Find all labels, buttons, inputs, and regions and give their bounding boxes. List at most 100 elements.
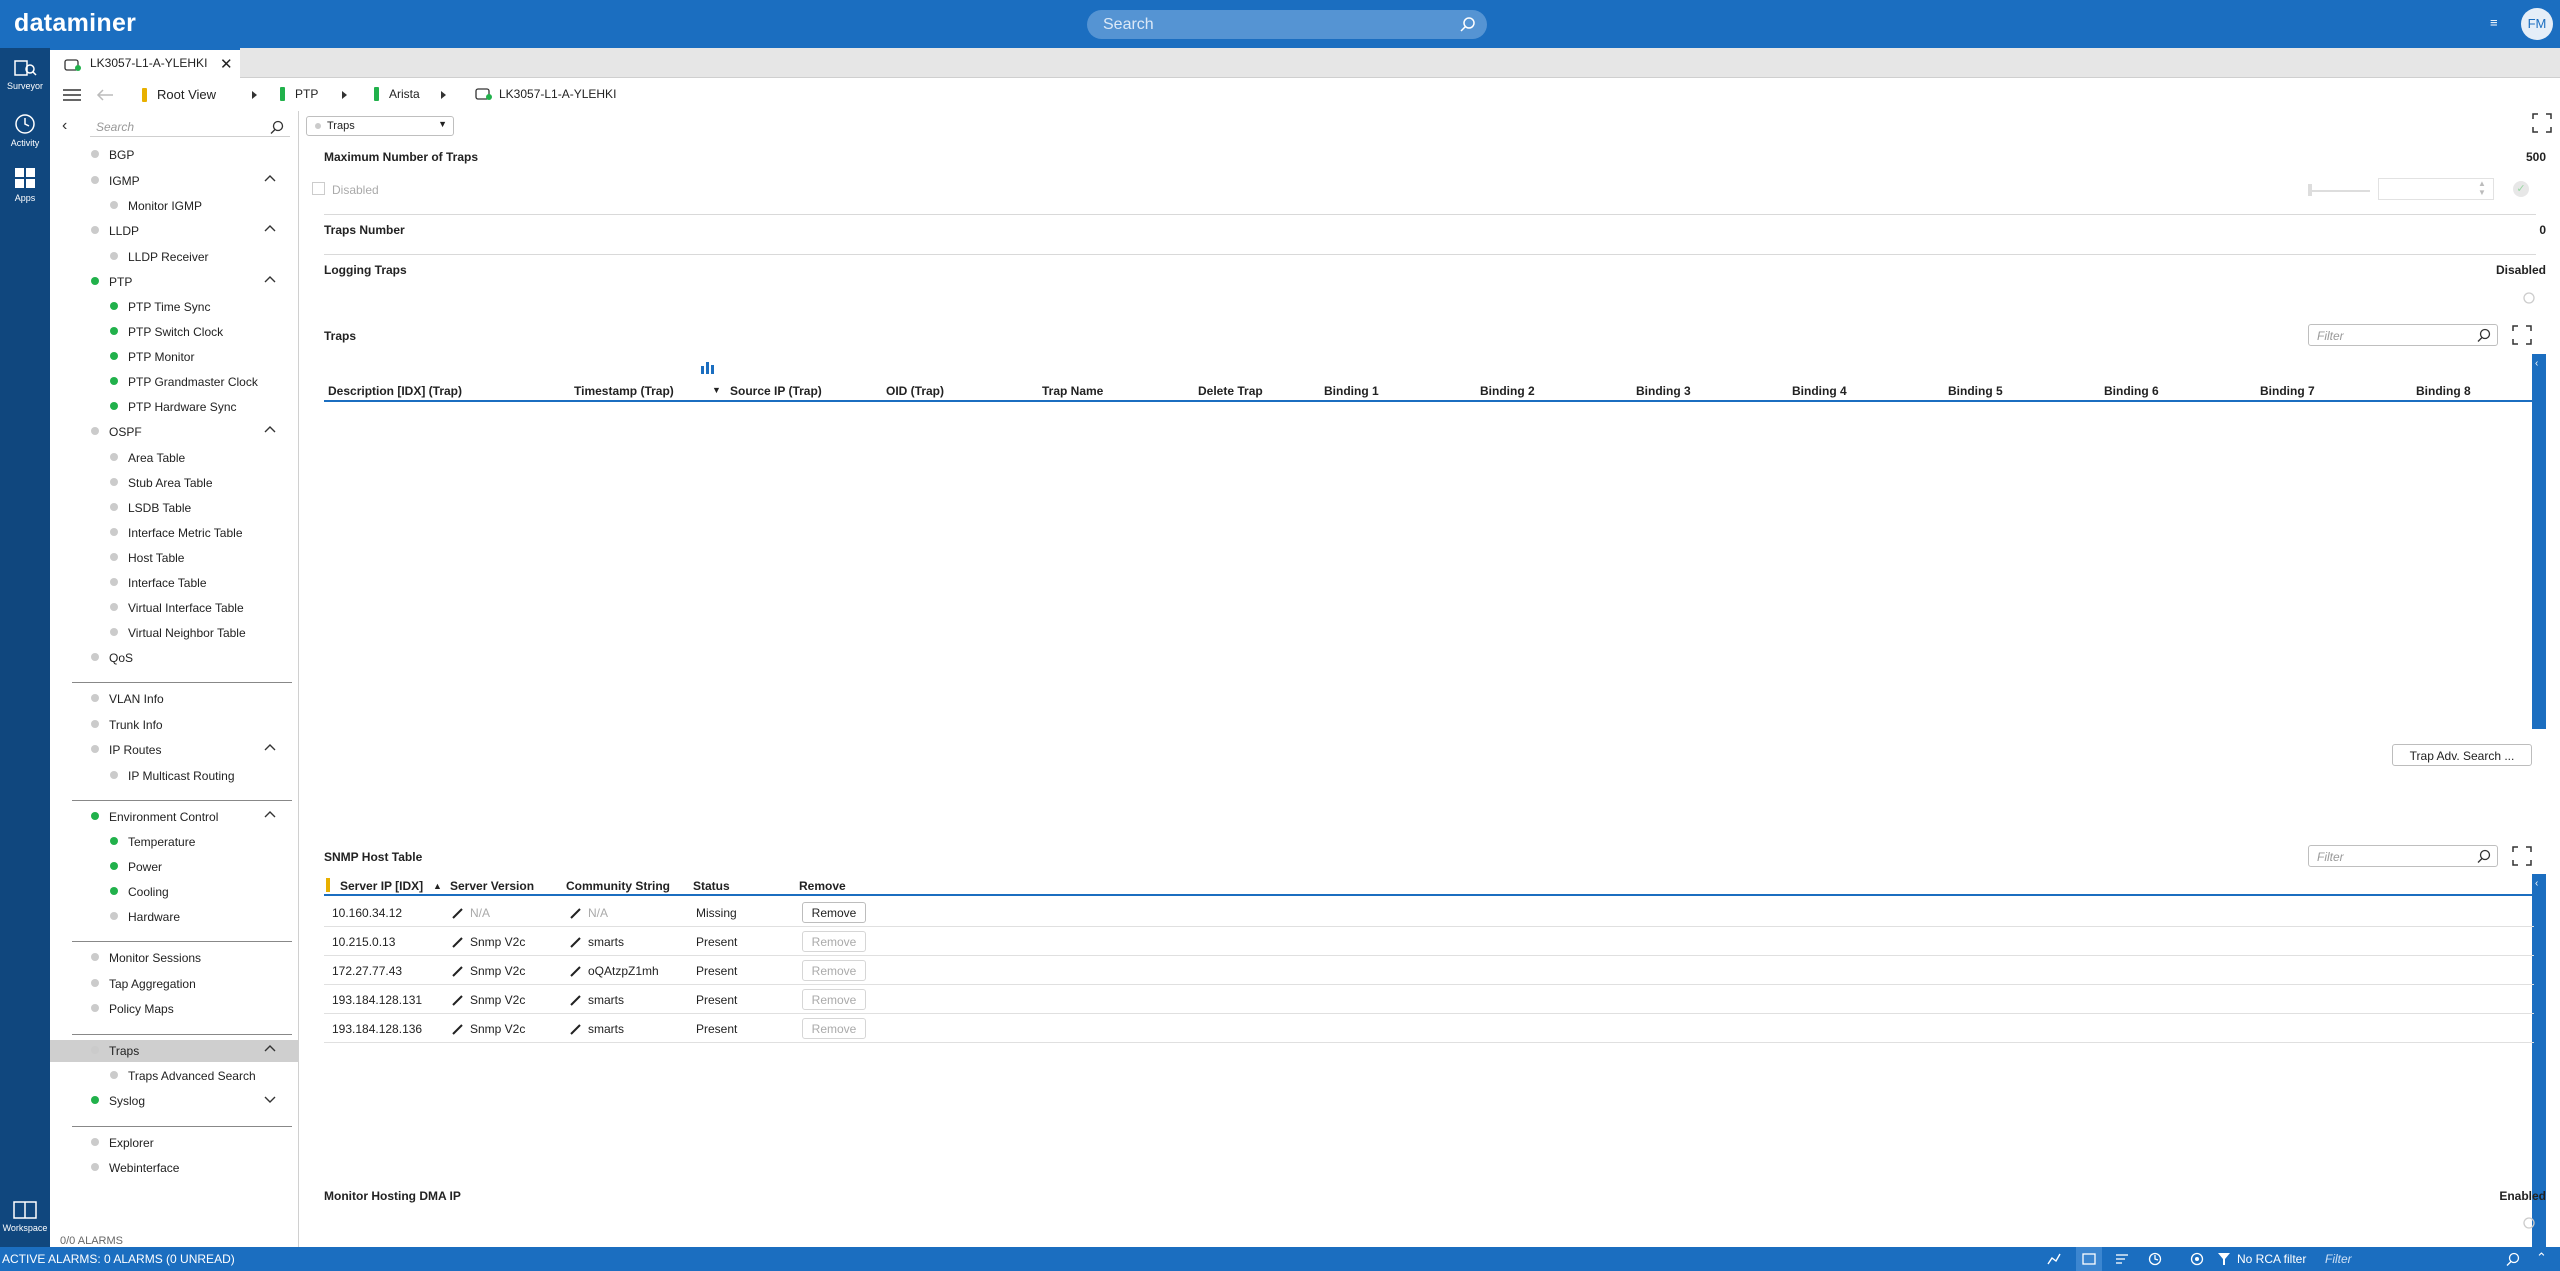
sidebar-item-virtual-neighbor-table[interactable]: Virtual Neighbor Table bbox=[50, 622, 298, 644]
fullscreen-icon[interactable] bbox=[2512, 325, 2532, 345]
page-select-dropdown[interactable]: Traps ▼ bbox=[306, 116, 454, 136]
edit-pencil-icon[interactable] bbox=[570, 1024, 581, 1035]
sidebar-item-tap-aggregation[interactable]: Tap Aggregation bbox=[50, 973, 298, 995]
sort-descending-icon[interactable]: ▼ bbox=[712, 385, 721, 395]
snmp-column-header[interactable]: Community String bbox=[566, 879, 670, 893]
chevron-up-icon[interactable] bbox=[263, 273, 277, 290]
list-view-button[interactable] bbox=[2076, 1247, 2102, 1271]
sidebar-item-ptp-time-sync[interactable]: PTP Time Sync bbox=[50, 296, 298, 318]
chevron-up-icon[interactable] bbox=[263, 423, 277, 440]
sidebar-item-power[interactable]: Power bbox=[50, 856, 298, 878]
expand-alarms-chevron-up-icon[interactable]: ⌃ bbox=[2536, 1250, 2547, 1266]
refresh-icon[interactable] bbox=[2522, 291, 2536, 305]
filter-icon[interactable] bbox=[2218, 1252, 2230, 1266]
sidebar-item-bgp[interactable]: BGP bbox=[50, 144, 298, 166]
fullscreen-icon[interactable] bbox=[2512, 846, 2532, 866]
trap-adv-search-button[interactable]: Trap Adv. Search ... bbox=[2392, 744, 2532, 766]
nav-surveyor[interactable]: Surveyor bbox=[0, 58, 50, 91]
sidebar-item-monitor-sessions[interactable]: Monitor Sessions bbox=[50, 947, 298, 969]
statusbar-filter-input[interactable]: Filter bbox=[2325, 1252, 2352, 1266]
traps-column-header[interactable]: Description [IDX] (Trap) bbox=[328, 384, 462, 398]
remove-button[interactable]: Remove bbox=[802, 989, 866, 1010]
community-string-cell[interactable]: smarts bbox=[570, 993, 624, 1007]
global-search-input[interactable]: Search bbox=[1087, 10, 1487, 39]
remove-button[interactable]: Remove bbox=[802, 931, 866, 952]
traps-column-header[interactable]: Source IP (Trap) bbox=[730, 384, 822, 398]
hamburger-menu-icon[interactable] bbox=[62, 87, 82, 103]
nav-workspace[interactable]: Workspace bbox=[0, 1200, 50, 1233]
sidebar-item-host-table[interactable]: Host Table bbox=[50, 547, 298, 569]
sidebar-item-trunk-info[interactable]: Trunk Info bbox=[50, 714, 298, 736]
apply-check-icon[interactable]: ✓ bbox=[2513, 181, 2529, 197]
sidebar-item-ptp-monitor[interactable]: PTP Monitor bbox=[50, 346, 298, 368]
search-icon[interactable] bbox=[2506, 1252, 2520, 1266]
nav-activity[interactable]: Activity bbox=[0, 113, 50, 148]
disabled-checkbox[interactable] bbox=[312, 182, 325, 195]
breadcrumb-arista[interactable]: Arista bbox=[374, 87, 420, 101]
sidebar-item-area-table[interactable]: Area Table bbox=[50, 447, 298, 469]
sidebar-item-ospf[interactable]: OSPF bbox=[50, 421, 298, 443]
sidebar-item-ptp-switch-clock[interactable]: PTP Switch Clock bbox=[50, 321, 298, 343]
sidebar-item-ptp[interactable]: PTP bbox=[50, 271, 298, 293]
edit-pencil-icon[interactable] bbox=[570, 966, 581, 977]
active-alarms-text[interactable]: ACTIVE ALARMS: 0 ALARMS (0 UNREAD) bbox=[2, 1252, 235, 1266]
chevron-up-icon[interactable] bbox=[263, 172, 277, 189]
sidebar-item-qos[interactable]: QoS bbox=[50, 647, 298, 669]
back-arrow-icon[interactable] bbox=[96, 88, 114, 102]
rca-filter-text[interactable]: No RCA filter bbox=[2237, 1252, 2306, 1266]
column-panel-toggle[interactable]: ‹ bbox=[2532, 354, 2546, 729]
edit-pencil-icon[interactable] bbox=[570, 995, 581, 1006]
edit-pencil-icon[interactable] bbox=[452, 995, 463, 1006]
chevron-down-icon[interactable] bbox=[263, 1092, 277, 1109]
edit-pencil-icon[interactable] bbox=[570, 908, 581, 919]
server-version-cell[interactable]: Snmp V2c bbox=[452, 935, 525, 949]
refresh-icon[interactable] bbox=[2522, 1216, 2536, 1230]
sidebar-item-ptp-grandmaster-clock[interactable]: PTP Grandmaster Clock bbox=[50, 371, 298, 393]
tab-element-card[interactable]: LK3057-L1-A-YLEHKI ✕ bbox=[50, 48, 240, 78]
breadcrumb-root[interactable]: Root View bbox=[142, 87, 216, 102]
trend-icon[interactable] bbox=[2047, 1252, 2061, 1266]
traps-column-header[interactable]: OID (Trap) bbox=[886, 384, 944, 398]
traps-column-header[interactable]: Binding 6 bbox=[2104, 384, 2159, 398]
traps-column-header[interactable]: Binding 8 bbox=[2416, 384, 2471, 398]
server-version-cell[interactable]: Snmp V2c bbox=[452, 993, 525, 1007]
sidebar-item-ip-multicast-routing[interactable]: IP Multicast Routing bbox=[50, 765, 298, 787]
sidebar-item-igmp[interactable]: IGMP bbox=[50, 170, 298, 192]
sidebar-item-lldp[interactable]: LLDP bbox=[50, 220, 298, 242]
column-panel-toggle[interactable]: ‹ bbox=[2532, 874, 2546, 1271]
remove-button[interactable]: Remove bbox=[802, 1018, 866, 1039]
sort-lines-icon[interactable] bbox=[2115, 1252, 2129, 1266]
sidebar-item-interface-metric-table[interactable]: Interface Metric Table bbox=[50, 522, 298, 544]
edit-pencil-icon[interactable] bbox=[570, 937, 581, 948]
sidebar-item-vlan-info[interactable]: VLAN Info bbox=[50, 688, 298, 710]
sidebar-item-environment-control[interactable]: Environment Control bbox=[50, 806, 298, 828]
edit-pencil-icon[interactable] bbox=[452, 966, 463, 977]
traps-column-header[interactable]: Trap Name bbox=[1042, 384, 1103, 398]
snmp-column-header[interactable]: Status bbox=[693, 879, 730, 893]
snmp-column-header[interactable]: Server IP [IDX] bbox=[340, 879, 423, 893]
collapse-sidebar-icon[interactable]: ‹ bbox=[62, 117, 67, 135]
sidebar-item-cooling[interactable]: Cooling bbox=[50, 881, 298, 903]
slider-handle[interactable] bbox=[2308, 184, 2312, 196]
traps-column-header[interactable]: Binding 7 bbox=[2260, 384, 2315, 398]
community-string-cell[interactable]: smarts bbox=[570, 935, 624, 949]
edit-pencil-icon[interactable] bbox=[452, 1024, 463, 1035]
snmp-column-header[interactable]: Remove bbox=[799, 879, 846, 893]
spinner-arrows-icon[interactable]: ▲ ▼ bbox=[2478, 179, 2486, 197]
sidebar-item-traps[interactable]: Traps bbox=[50, 1039, 298, 1062]
traps-column-header[interactable]: Timestamp (Trap) bbox=[574, 384, 674, 398]
traps-column-header[interactable]: Binding 3 bbox=[1636, 384, 1691, 398]
max-traps-input[interactable] bbox=[2378, 178, 2494, 200]
chevron-up-icon[interactable] bbox=[263, 222, 277, 239]
sidebar-item-explorer[interactable]: Explorer bbox=[50, 1132, 298, 1154]
sidebar-item-lldp-receiver[interactable]: LLDP Receiver bbox=[50, 246, 298, 268]
trend-chart-icon[interactable] bbox=[700, 360, 716, 374]
sidebar-item-stub-area-table[interactable]: Stub Area Table bbox=[50, 472, 298, 494]
remove-button[interactable]: Remove bbox=[802, 960, 866, 981]
avatar[interactable]: FM bbox=[2521, 8, 2553, 40]
remove-button[interactable]: Remove bbox=[802, 902, 866, 923]
traps-column-header[interactable]: Binding 1 bbox=[1324, 384, 1379, 398]
sidebar-item-lsdb-table[interactable]: LSDB Table bbox=[50, 497, 298, 519]
community-string-cell[interactable]: N/A bbox=[570, 906, 608, 920]
sort-ascending-icon[interactable]: ▲ bbox=[433, 881, 442, 891]
